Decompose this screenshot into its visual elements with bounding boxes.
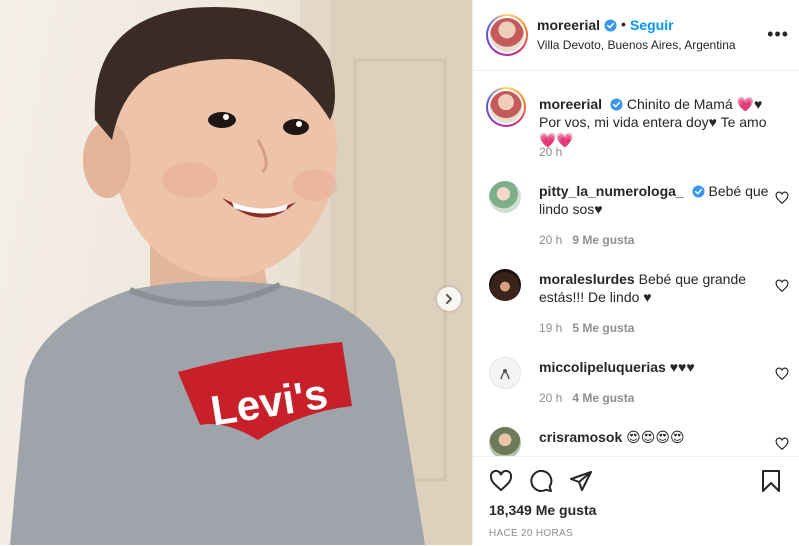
caption: moreerial Chinito de Mamá 💗♥ Por vos, mi… <box>486 87 789 169</box>
comment-text: 😍😍😍😍 <box>626 429 685 445</box>
commenter-avatar[interactable] <box>489 427 521 456</box>
caption-time[interactable]: 20 h <box>539 145 562 159</box>
comments-list[interactable]: moreerial Chinito de Mamá 💗♥ Por vos, mi… <box>473 71 799 456</box>
comment-text: ♥♥♥ <box>669 359 695 375</box>
chevron-right-icon <box>446 294 452 304</box>
post-timestamp[interactable]: HACE 20 HORAS <box>489 528 573 539</box>
comment-likes[interactable]: 4 Me gusta <box>572 391 634 405</box>
post-location[interactable]: Villa Devoto, Buenos Aires, Argentina <box>537 38 736 52</box>
comment-item: pitty_la_numerologa_ Bebé que lindo sos♥… <box>489 181 789 251</box>
verified-badge-icon <box>604 19 617 32</box>
commenter-avatar[interactable] <box>489 357 521 389</box>
comment-time[interactable]: 20 h <box>539 233 562 247</box>
verified-badge-icon <box>610 98 623 111</box>
post-header: moreerial • Seguir Villa Devoto, Buenos … <box>473 0 799 71</box>
salon-logo-icon <box>500 369 510 380</box>
heart-icon[interactable] <box>775 279 789 293</box>
post-modal: Levi's moreerial • Seguir Villa Devoto, … <box>0 0 799 545</box>
like-count[interactable]: 18,349 Me gusta <box>489 502 596 518</box>
commenter-avatar[interactable] <box>489 269 521 301</box>
photo-illustration: Levi's <box>10 0 472 545</box>
heart-icon[interactable] <box>775 367 789 381</box>
comment-time[interactable]: 20 h <box>539 391 562 405</box>
author-avatar[interactable] <box>486 14 528 56</box>
bookmark-icon[interactable] <box>759 469 783 493</box>
comment-likes[interactable]: 5 Me gusta <box>572 321 634 335</box>
commenter-username[interactable]: moraleslurdes <box>539 271 635 287</box>
commenter-avatar[interactable] <box>489 181 521 213</box>
comment-meta: 19 h 5 Me gusta <box>539 321 634 335</box>
caption-avatar[interactable] <box>486 87 526 127</box>
next-photo-button[interactable] <box>437 287 461 311</box>
author-username[interactable]: moreerial <box>537 17 617 33</box>
comment-likes[interactable]: 9 Me gusta <box>572 233 634 247</box>
more-options-icon[interactable]: ••• <box>767 24 789 44</box>
comment-item: miccolipeluquerias ♥♥♥ 20 h 4 Me gusta <box>489 357 789 417</box>
commenter-username[interactable]: miccolipeluquerias <box>539 359 666 375</box>
share-icon[interactable] <box>569 469 593 493</box>
comment-meta: 20 h 9 Me gusta <box>539 233 634 247</box>
comment-item: moraleslurdes Bebé que grande estás!!! D… <box>489 269 789 339</box>
commenter-username[interactable]: pitty_la_numerologa_ <box>539 183 684 199</box>
action-bar: 18,349 Me gusta HACE 20 HORAS <box>473 456 799 546</box>
header-separator: • <box>621 16 626 32</box>
follow-button[interactable]: Seguir <box>630 17 674 33</box>
post-photo[interactable]: Levi's <box>0 0 472 545</box>
post-side-panel: moreerial • Seguir Villa Devoto, Buenos … <box>472 0 799 545</box>
comment-icon[interactable] <box>529 469 553 493</box>
caption-username[interactable]: moreerial <box>539 96 602 112</box>
verified-badge-icon <box>692 185 705 198</box>
heart-icon[interactable] <box>489 469 513 493</box>
comment-meta: 20 h 4 Me gusta <box>539 391 634 405</box>
heart-icon[interactable] <box>775 437 789 451</box>
commenter-username[interactable]: crisramosok <box>539 429 622 445</box>
comment-item: crisramosok 😍😍😍😍 <box>489 427 789 456</box>
heart-icon[interactable] <box>775 191 789 205</box>
comment-time[interactable]: 19 h <box>539 321 562 335</box>
